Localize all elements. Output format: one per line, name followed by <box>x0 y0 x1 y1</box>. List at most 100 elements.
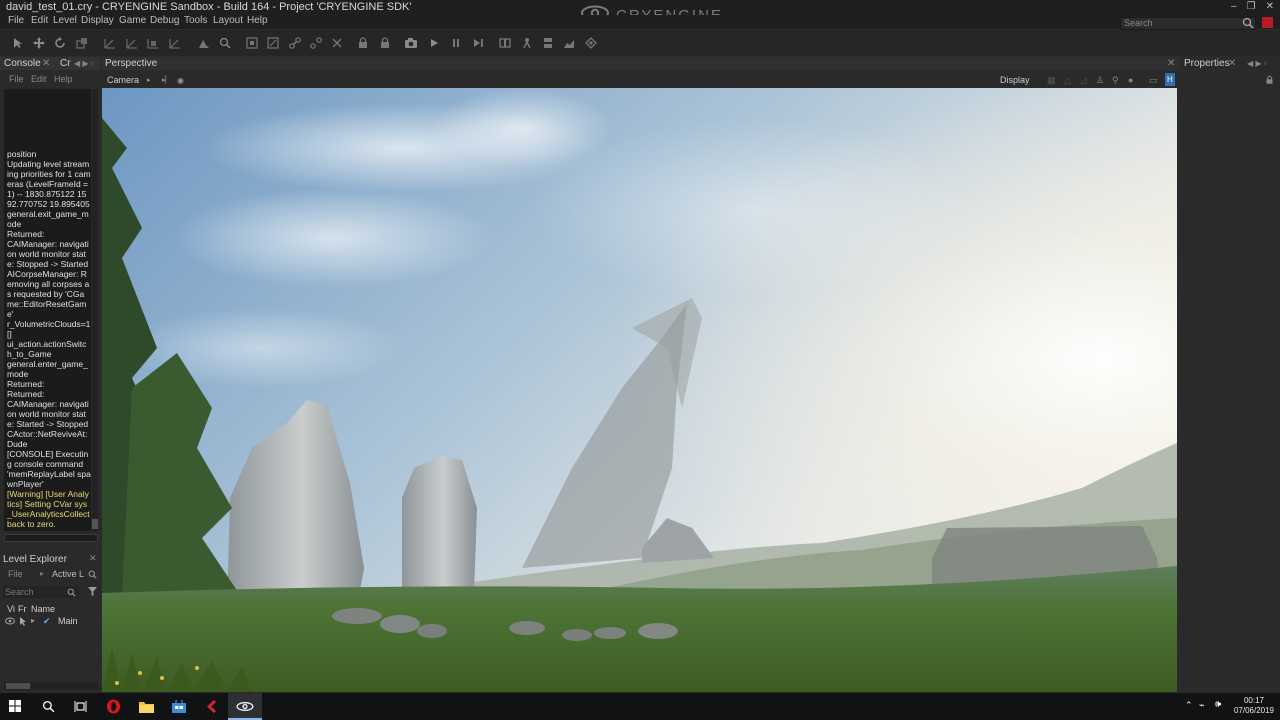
column-name[interactable]: Name <box>31 604 55 614</box>
tab-console-close[interactable]: ✕ <box>42 57 50 70</box>
sync-icon[interactable] <box>542 37 554 49</box>
scrollbar-thumb[interactable] <box>6 683 30 689</box>
vegetation-icon[interactable] <box>585 37 597 49</box>
notification-icon[interactable] <box>1262 17 1273 28</box>
filter-icon[interactable] <box>88 587 97 599</box>
viewport-scene[interactable] <box>102 88 1177 692</box>
column-frozen[interactable]: Fr <box>18 604 27 614</box>
search-icon[interactable] <box>42 700 55 716</box>
close-button[interactable]: ✕ <box>1266 1 1274 12</box>
angle-icon[interactable]: △ <box>1064 74 1071 87</box>
light-icon[interactable]: ● <box>1128 74 1133 87</box>
clock-time[interactable]: 00:17 <box>1232 696 1276 705</box>
console-command-input[interactable] <box>4 534 98 542</box>
volume-icon[interactable]: 🕪 <box>1215 699 1221 710</box>
resolution-icon[interactable]: ▭ <box>1149 74 1158 87</box>
properties-nav-arrows[interactable]: ◀ ▶ ▫ <box>1247 57 1267 70</box>
tab-create[interactable]: Cr <box>60 57 71 70</box>
eye-icon[interactable] <box>5 617 15 627</box>
pause-icon[interactable] <box>450 37 462 49</box>
search-icon[interactable] <box>67 588 76 600</box>
network-icon[interactable]: ⌁ <box>1199 700 1204 711</box>
cryengine-launcher-icon[interactable] <box>204 699 219 717</box>
menu-display[interactable]: Display <box>81 15 114 26</box>
console-scrollbar-thumb[interactable] <box>92 519 98 529</box>
windows-start-icon[interactable] <box>9 700 21 715</box>
camera-arrow-icon[interactable]: ▸ <box>147 74 151 87</box>
play-icon[interactable] <box>428 37 440 49</box>
camera-menu[interactable]: Camera <box>107 74 139 87</box>
step-icon[interactable] <box>472 37 484 49</box>
unlink-icon[interactable] <box>310 37 322 49</box>
console-menu-edit[interactable]: Edit <box>31 74 47 84</box>
helpers-toggle-icon[interactable]: H <box>1165 73 1175 86</box>
terrain-icon[interactable] <box>563 37 575 49</box>
level-explorer-close-icon[interactable]: ✕ <box>89 553 97 564</box>
helpers-icon[interactable]: ⚲ <box>1112 74 1119 87</box>
clock-date[interactable]: 07/06/2019 <box>1232 706 1276 715</box>
level-explorer-menu-file[interactable]: File <box>8 569 23 579</box>
axis-xy-icon[interactable] <box>169 37 181 49</box>
axis-z-icon[interactable] <box>147 37 159 49</box>
lock-icon[interactable] <box>357 37 369 49</box>
search-icon[interactable] <box>88 570 97 582</box>
scale-icon[interactable]: ◿ <box>1080 74 1087 87</box>
menu-file[interactable]: File <box>8 15 24 26</box>
magnet-icon[interactable] <box>219 37 231 49</box>
layer-row[interactable]: ▸ ✔ Main <box>3 616 98 628</box>
menu-game[interactable]: Game <box>119 15 146 26</box>
terrain-snap-icon[interactable] <box>198 37 210 49</box>
ai-icon[interactable] <box>521 37 533 49</box>
global-search-input[interactable]: Search <box>1120 17 1256 30</box>
grid-snap-icon[interactable] <box>246 37 258 49</box>
tab-scroll-arrows[interactable]: ◀ ▶ ▫ <box>74 57 94 70</box>
tab-console[interactable]: Console <box>4 57 41 70</box>
menu-debug[interactable]: Debug <box>150 15 179 26</box>
console-output[interactable]: position Updating level streaming priorit… <box>4 89 91 531</box>
pivot-icon[interactable] <box>331 37 343 49</box>
angle-snap-icon[interactable] <box>267 37 279 49</box>
rotate-tool-icon[interactable] <box>54 37 66 49</box>
console-scrollbar[interactable] <box>92 89 98 531</box>
minimize-button[interactable]: – <box>1231 1 1237 12</box>
scale-tool-icon[interactable] <box>76 37 88 49</box>
move-tool-icon[interactable] <box>33 37 45 49</box>
axis-x-icon[interactable] <box>104 37 116 49</box>
tab-perspective[interactable]: Perspective <box>105 57 157 70</box>
file-explorer-icon[interactable] <box>139 700 154 716</box>
camera-icon[interactable] <box>404 37 417 49</box>
store-icon[interactable] <box>172 697 186 716</box>
menu-layout[interactable]: Layout <box>213 15 243 26</box>
properties-close-icon[interactable]: ✕ <box>1228 57 1236 70</box>
expand-arrow-icon[interactable]: ▸ <box>31 616 35 625</box>
perspective-close-icon[interactable]: ✕ <box>1167 57 1175 70</box>
dropdown-arrow-icon[interactable]: ▸ <box>40 569 44 578</box>
camera-step-icon[interactable]: ▸▏ <box>162 74 171 87</box>
console-menu-file[interactable]: File <box>9 74 24 84</box>
column-visible[interactable]: Vi <box>7 604 15 614</box>
maximize-button[interactable]: ❐ <box>1247 1 1256 12</box>
menu-level[interactable]: Level <box>53 15 77 26</box>
menu-tools[interactable]: Tools <box>184 15 207 26</box>
ai-debug-icon[interactable]: ♙ <box>1096 74 1104 87</box>
camera-settings-icon[interactable]: ◉ <box>177 74 184 87</box>
task-view-icon[interactable] <box>74 700 87 716</box>
console-menu-help[interactable]: Help <box>54 74 73 84</box>
opera-browser-icon[interactable] <box>106 699 121 717</box>
display-menu[interactable]: Display <box>1000 74 1030 87</box>
select-tool-icon[interactable] <box>12 37 24 49</box>
lock-selection-icon[interactable] <box>379 37 391 49</box>
active-layer-dropdown[interactable]: Active L: <box>52 569 84 579</box>
cursor-icon[interactable] <box>19 617 26 628</box>
link-icon[interactable] <box>289 37 301 49</box>
axis-y-icon[interactable] <box>126 37 138 49</box>
tab-properties[interactable]: Properties <box>1184 57 1230 70</box>
physics-icon[interactable] <box>499 37 511 49</box>
menu-edit[interactable]: Edit <box>31 15 48 26</box>
grid-icon[interactable]: ▦ <box>1047 74 1056 87</box>
tray-expand-icon[interactable]: ⌃ <box>1185 700 1193 711</box>
lock-icon[interactable] <box>1265 75 1274 88</box>
level-explorer-hscrollbar[interactable] <box>4 682 98 690</box>
search-icon[interactable] <box>1242 17 1254 29</box>
menu-help[interactable]: Help <box>247 15 268 26</box>
